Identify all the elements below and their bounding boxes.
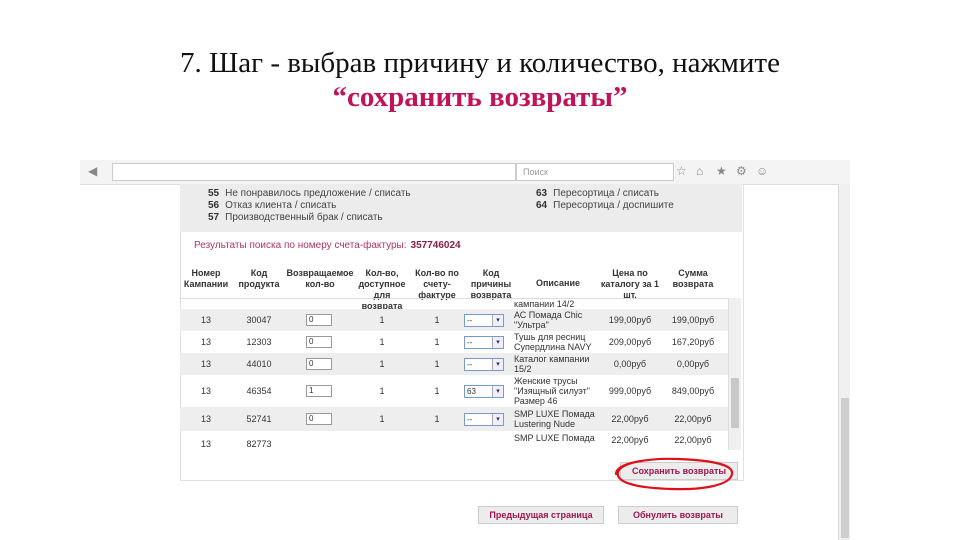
previous-page-button[interactable]: Предыдущая страница bbox=[478, 506, 604, 524]
return-qty-input[interactable]: 0 bbox=[306, 336, 332, 348]
invoice-number: 357746024 bbox=[410, 240, 461, 251]
returns-table: Номер Кампании Код продукта Возвращаемое… bbox=[180, 264, 742, 450]
search-results-label: Результаты поиска по номеру счета-фактур… bbox=[194, 240, 461, 251]
header-reason-code: Код причины возврата bbox=[470, 268, 512, 300]
star-icon[interactable]: ★ bbox=[716, 164, 727, 178]
slide-title-line2: “сохранить возвраты” bbox=[332, 81, 628, 113]
header-campaign: Номер Кампании bbox=[183, 268, 229, 289]
browser-toolbar: ◀ Поиск ☆ ⌂ ★ ⚙ ☺ bbox=[80, 160, 850, 185]
reason-codes-list: 55 Не понравилось предложение / списать 5… bbox=[180, 184, 742, 232]
header-product-code: Код продукта bbox=[238, 268, 280, 289]
reason-item: 57 Производственный брак / списать bbox=[208, 212, 383, 223]
reason-item: 55 Не понравилось предложение / списать bbox=[208, 188, 411, 199]
header-return-qty: Возвращаемое кол-во bbox=[286, 268, 354, 289]
header-description: Описание bbox=[535, 278, 581, 288]
address-bar[interactable] bbox=[112, 163, 516, 181]
reason-select[interactable]: -- ▾ bbox=[464, 413, 504, 426]
table-scrollbar[interactable] bbox=[728, 298, 741, 450]
slide-title: 7. Шаг - выбрав причину и количество, на… bbox=[0, 46, 960, 114]
chevron-down-icon: ▾ bbox=[492, 414, 503, 425]
return-qty-input[interactable]: 1 bbox=[306, 385, 332, 397]
header-invoice-qty: Кол-во по счету-фактуре bbox=[415, 268, 459, 300]
reason-select[interactable]: -- ▾ bbox=[464, 336, 504, 349]
page-scroll-thumb[interactable] bbox=[841, 398, 849, 538]
header-sum: Сумма возврата bbox=[672, 268, 714, 289]
return-qty-input[interactable]: 0 bbox=[306, 413, 332, 425]
table-row: 13 12303 0 1 1 -- ▾ Тушь для ресниц Супер… bbox=[200, 332, 715, 352]
screenshot: ◀ Поиск ☆ ⌂ ★ ⚙ ☺ 55 Не понравилось предл… bbox=[80, 160, 850, 540]
table-row: 13 52741 0 1 1 -- ▾ SMP LUXE Помада Luste… bbox=[180, 407, 728, 431]
reason-select[interactable]: -- ▾ bbox=[464, 358, 504, 371]
table-row: 13 46354 1 1 1 63 ▾ Женские трусы "Изящны… bbox=[200, 376, 715, 406]
highlight-circle bbox=[614, 457, 734, 491]
slide-title-line1: 7. Шаг - выбрав причину и количество, на… bbox=[180, 47, 780, 79]
table-row: 13 44010 0 1 1 -- ▾ Каталог кампании 15/2… bbox=[180, 353, 728, 375]
return-qty-input[interactable]: 0 bbox=[306, 314, 332, 326]
table-body: кампании 14/2 13 30047 0 1 1 -- ▾ АС Пома… bbox=[180, 298, 728, 451]
reason-item: 56 Отказ клиента / списать bbox=[208, 200, 337, 211]
reason-item: 64 Пересортица / доспишите bbox=[536, 200, 674, 211]
table-row: 13 30047 0 1 1 -- ▾ АС Помада Chic "Ультр… bbox=[180, 309, 728, 331]
table-header: Номер Кампании Код продукта Возвращаемое… bbox=[180, 264, 742, 311]
return-qty-input[interactable]: 0 bbox=[306, 358, 332, 370]
chevron-down-icon: ▾ bbox=[492, 315, 503, 326]
table-row: 13 82773 SMP LUXE Помада 22,00руб 22,00р… bbox=[200, 433, 712, 449]
chevron-down-icon: ▾ bbox=[492, 337, 503, 348]
clear-returns-button[interactable]: Обнулить возвраты bbox=[618, 506, 738, 524]
reason-select[interactable]: 63 ▾ bbox=[464, 385, 504, 398]
reason-select[interactable]: -- ▾ bbox=[464, 314, 504, 327]
chevron-down-icon: ▾ bbox=[492, 386, 503, 397]
settings-icon[interactable]: ⚙ bbox=[736, 164, 747, 178]
reason-item: 63 Пересортица / списать bbox=[536, 188, 659, 199]
back-icon[interactable]: ◀ bbox=[88, 164, 97, 178]
favorites-icon[interactable]: ☆ bbox=[676, 164, 687, 178]
table-row-partial: кампании 14/2 bbox=[514, 299, 575, 309]
page-scrollbar[interactable] bbox=[838, 184, 850, 540]
home-icon[interactable]: ⌂ bbox=[696, 164, 703, 178]
chevron-down-icon: ▾ bbox=[492, 359, 503, 370]
smiley-icon[interactable]: ☺ bbox=[756, 164, 768, 178]
browser-search-input[interactable]: Поиск bbox=[516, 163, 674, 181]
table-scroll-thumb[interactable] bbox=[731, 378, 739, 428]
header-price: Цена по каталогу за 1 шт. bbox=[600, 268, 660, 300]
